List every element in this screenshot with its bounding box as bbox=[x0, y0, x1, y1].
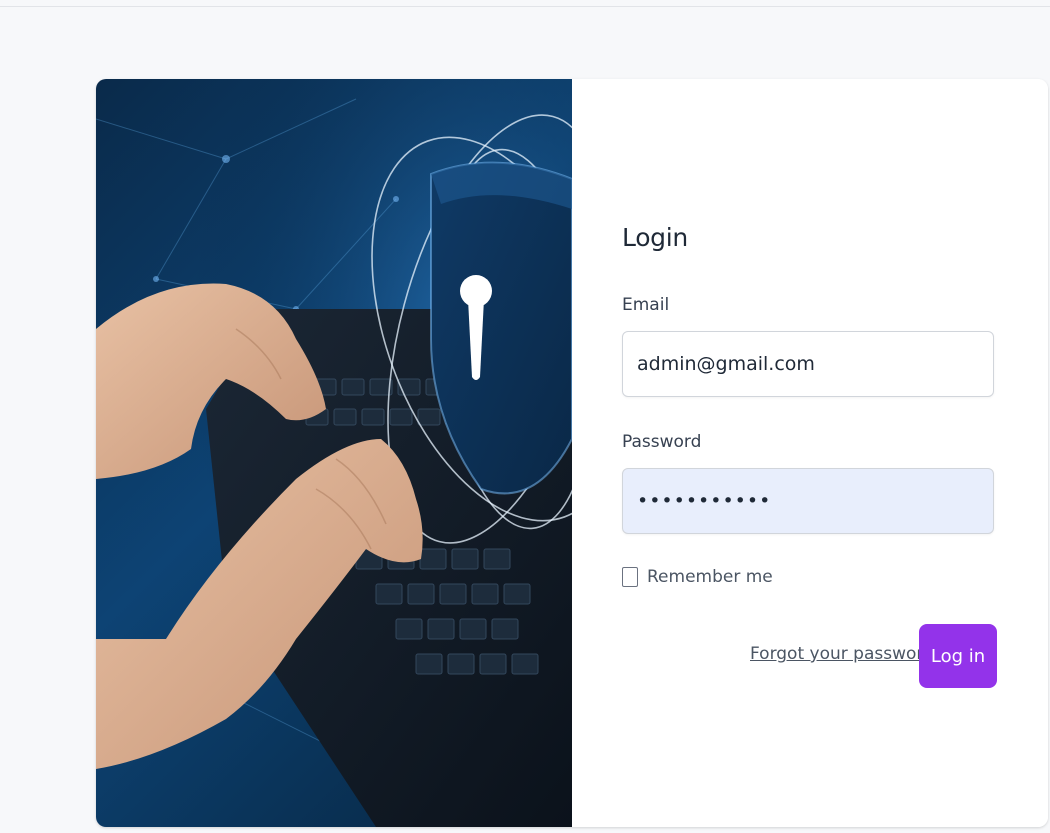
top-divider bbox=[0, 6, 1050, 7]
email-field[interactable] bbox=[622, 331, 994, 397]
email-label: Email bbox=[622, 295, 670, 315]
remember-me-checkbox[interactable] bbox=[622, 567, 638, 587]
remember-me-label: Remember me bbox=[647, 567, 773, 587]
forgot-password-link[interactable]: Forgot your password? bbox=[750, 644, 943, 664]
remember-me-row[interactable]: Remember me bbox=[622, 567, 773, 587]
login-form-panel: Login Email Password Remember me Forgot … bbox=[572, 79, 1048, 827]
password-field[interactable] bbox=[622, 468, 994, 534]
password-label: Password bbox=[622, 432, 702, 452]
login-button[interactable]: Log in bbox=[919, 624, 997, 688]
page-title: Login bbox=[622, 223, 688, 252]
login-card: Login Email Password Remember me Forgot … bbox=[96, 79, 1048, 827]
hero-image bbox=[96, 79, 572, 827]
cybersecurity-illustration bbox=[96, 79, 572, 827]
